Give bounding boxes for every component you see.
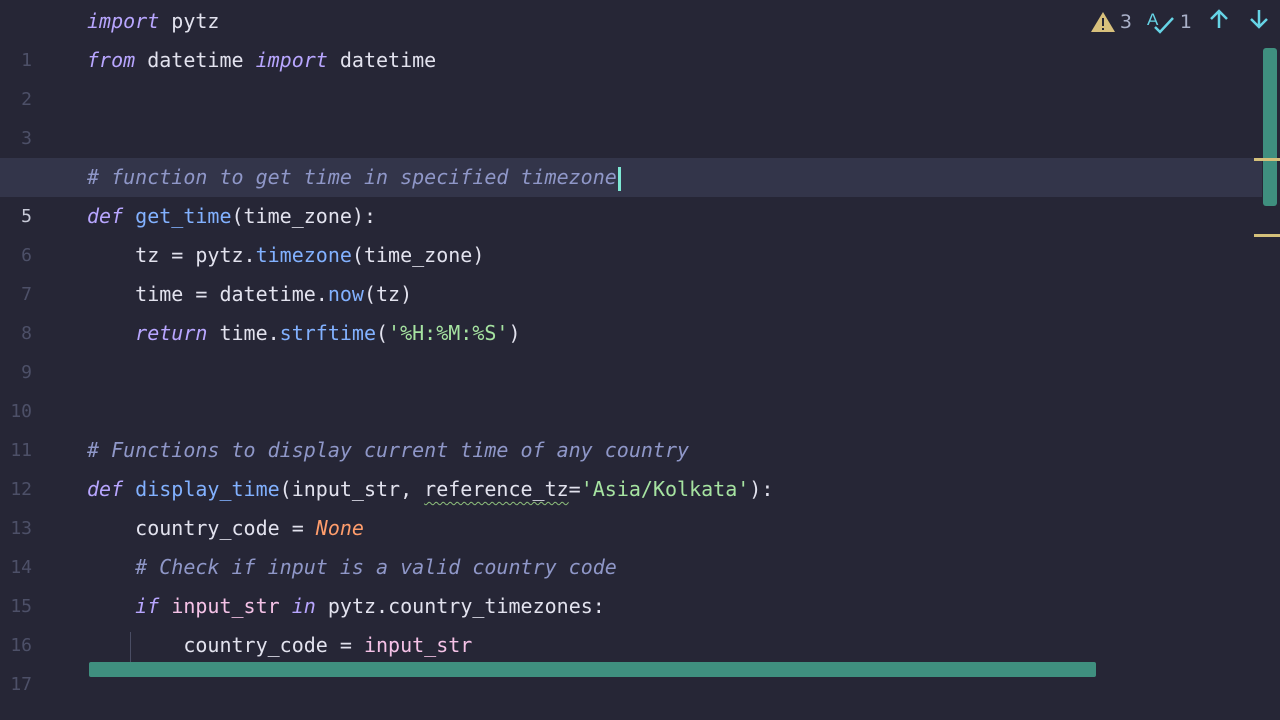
vertical-scrollbar-thumb[interactable] xyxy=(1263,48,1277,206)
code-line[interactable]: 9 return time.strftime('%H:%M:%S') xyxy=(0,314,1262,383)
svg-text:A: A xyxy=(1147,10,1159,29)
code-line[interactable]: 2 from datetime import datetime xyxy=(0,41,1262,110)
comment: # Check if input is a valid country code xyxy=(135,555,617,579)
typo-icon: A xyxy=(1147,10,1174,34)
string-literal: 'Asia/Kolkata' xyxy=(580,477,750,501)
code-text[interactable]: # Functions to display current time of a… xyxy=(87,431,689,470)
warning-count: 3 xyxy=(1119,11,1132,33)
code-line[interactable]: 13 def display_time(input_str, reference… xyxy=(0,470,1262,539)
code-line[interactable]: 3 xyxy=(0,80,1262,149)
code-line[interactable]: 10 xyxy=(0,353,1262,422)
string-literal: '%H:%M:%S' xyxy=(388,321,509,345)
code-editor[interactable]: 1 import pytz 2 from datetime import dat… xyxy=(0,0,1280,720)
indent-guide xyxy=(130,632,131,664)
code-line[interactable]: 16 if input_str in pytz.country_timezone… xyxy=(0,587,1262,656)
text-cursor xyxy=(617,166,621,191)
code-text[interactable]: def get_time(time_zone): xyxy=(87,197,376,236)
code-text[interactable]: def display_time(input_str, reference_tz… xyxy=(87,470,773,509)
arrow-up-icon[interactable] xyxy=(1206,8,1232,36)
code-line[interactable]: 1 import pytz xyxy=(0,2,1262,71)
typo-underline[interactable]: reference_tz xyxy=(424,477,569,501)
code-line[interactable]: 12 # Functions to display current time o… xyxy=(0,431,1262,500)
comment: # function to get time in specified time… xyxy=(87,165,617,189)
code-line[interactable]: 14 country_code = None xyxy=(0,509,1262,578)
horizontal-scrollbar-thumb[interactable] xyxy=(89,662,1096,677)
code-text[interactable]: # function to get time in specified time… xyxy=(87,158,621,197)
warning-triangle-icon xyxy=(1090,12,1115,32)
current-line[interactable]: 5 # function to get time in specified ti… xyxy=(0,158,1262,227)
inspection-widget[interactable]: 3 A 1 xyxy=(1090,8,1272,36)
warning-stripe-marker[interactable] xyxy=(1254,234,1280,237)
code-text[interactable]: # Check if input is a valid country code xyxy=(87,548,617,587)
code-line[interactable]: 11 xyxy=(0,392,1262,461)
code-line[interactable]: 17 country_code = input_str xyxy=(0,626,1262,695)
code-line[interactable]: 4 xyxy=(0,119,1262,188)
warnings-indicator[interactable]: 3 xyxy=(1090,11,1132,33)
typos-indicator[interactable]: A 1 xyxy=(1146,10,1192,34)
code-text[interactable]: return time.strftime('%H:%M:%S') xyxy=(87,314,520,353)
code-text[interactable]: country_code = None xyxy=(87,509,364,548)
code-line[interactable]: 8 time = datetime.now(tz) xyxy=(0,275,1262,344)
keyword: import xyxy=(87,9,160,33)
typo-count: 1 xyxy=(1179,11,1192,33)
code-text[interactable]: if input_str in pytz.country_timezones: xyxy=(87,587,605,626)
code-text[interactable]: from datetime import datetime xyxy=(87,41,436,80)
code-line[interactable]: 15 # Check if input is a valid country c… xyxy=(0,548,1262,617)
code-line[interactable]: 7 tz = pytz.timezone(time_zone) xyxy=(0,236,1262,305)
arrow-down-icon[interactable] xyxy=(1246,8,1272,36)
line-number: 17 xyxy=(10,674,32,695)
warning-stripe-marker[interactable] xyxy=(1254,158,1280,161)
code-text[interactable]: import pytz xyxy=(87,2,219,41)
comment: # Functions to display current time of a… xyxy=(87,438,690,462)
code-text[interactable]: time = datetime.now(tz) xyxy=(87,275,412,314)
code-line[interactable]: 6 def get_time(time_zone): xyxy=(0,197,1262,266)
code-text[interactable]: country_code = input_str xyxy=(87,626,472,665)
code-text[interactable]: tz = pytz.timezone(time_zone) xyxy=(87,236,484,275)
